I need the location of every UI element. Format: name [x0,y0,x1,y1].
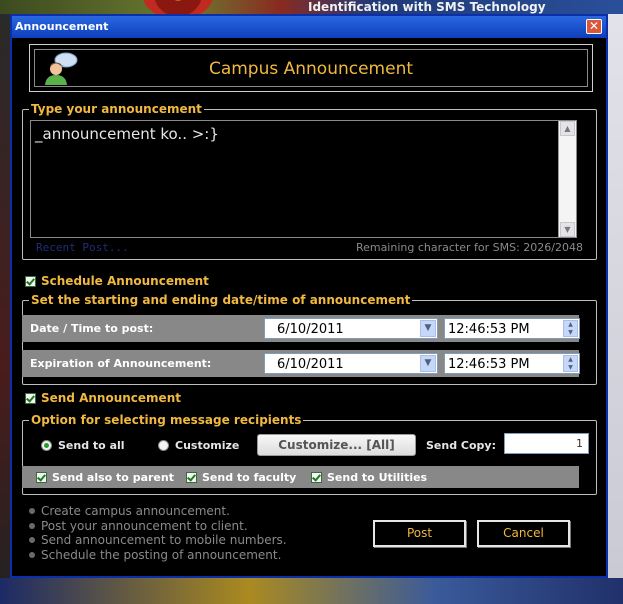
send-to-all-radio-dot[interactable] [41,440,52,451]
scroll-down-arrow-icon[interactable]: ▼ [560,222,575,237]
post-datetime-label: Date / Time to post: [30,322,154,335]
send-to-utilities-checkbox[interactable]: Send to Utilities [311,471,427,484]
send-checkbox-label: Send Announcement [41,391,181,405]
parent-checkbox-box[interactable] [36,472,47,483]
send-checkbox-box[interactable] [25,392,36,404]
post-date-picker[interactable]: 6/10/2011 ▼ [264,318,438,339]
schedule-checkbox-label: Schedule Announcement [41,274,209,288]
customize-label: Customize [175,439,240,452]
send-copy-label: Send Copy: [426,439,496,452]
recent-post-link[interactable]: Recent Post... [36,241,129,254]
schedule-checkbox-box[interactable] [25,275,36,287]
post-time-value: 12:46:53 PM [448,322,530,337]
header-title: Campus Announcement [208,59,414,79]
schedule-legend: Set the starting and ending date/time of… [31,293,411,307]
also-send-row: Send also to parent Send to faculty Send… [22,466,579,488]
announcement-text: _announcement ko.. >:} [35,125,219,143]
bullet-icon [29,522,35,529]
send-to-parent-checkbox[interactable]: Send also to parent [36,471,174,484]
bullet-icon [29,551,35,558]
expiration-label: Expiration of Announcement: [30,357,212,370]
scroll-up-arrow-icon[interactable]: ▲ [560,121,575,136]
customize-radio[interactable]: Customize [158,439,239,452]
send-to-utilities-label: Send to Utilities [327,471,428,484]
send-to-faculty-checkbox[interactable]: Send to faculty [186,471,296,484]
bullet-icon [29,537,35,544]
announcement-dialog: Announcement ✕ Campus Announcement Type … [10,14,608,578]
cancel-button[interactable]: Cancel [477,520,570,547]
post-date-value: 6/10/2011 [277,322,344,337]
recipients-legend: Option for selecting message recipients [31,413,302,427]
textarea-scrollbar[interactable]: ▲ ▼ [558,121,576,237]
expiration-datetime-row: Expiration of Announcement: 6/10/2011 ▼ … [22,350,580,377]
background-banner-text: Identification with SMS Technology [308,0,546,14]
expiration-date-value: 6/10/2011 [277,357,344,372]
customize-recipients-button[interactable]: Customize... [All] [257,434,416,456]
window-title: Announcement [15,20,109,33]
title-bar: Announcement ✕ [12,16,606,38]
info-item: Send announcement to mobile numbers. [29,533,287,548]
close-icon: ✕ [588,19,600,33]
schedule-announcement-checkbox[interactable]: Schedule Announcement [25,274,209,288]
send-copy-input[interactable]: 1 [504,433,589,454]
info-item: Schedule the posting of announcement. [29,548,287,563]
header-inner: Campus Announcement [34,49,588,87]
post-datetime-row: Date / Time to post: 6/10/2011 ▼ 12:46:5… [22,315,580,342]
send-to-parent-label: Send also to parent [52,471,174,484]
announcement-area-wrapper: _announcement ko.. >:} ▲ ▼ Recent Post..… [22,110,597,260]
background-right-edge [608,14,623,604]
info-list: Create campus announcement. Post your an… [29,504,287,562]
faculty-checkbox-box[interactable] [186,472,197,483]
utilities-checkbox-box[interactable] [311,472,322,483]
announcement-textarea[interactable]: _announcement ko.. >:} ▲ ▼ [30,120,577,238]
spinner-arrows-icon[interactable]: ▲ ▼ [563,355,578,372]
header-panel: Campus Announcement [29,44,593,92]
post-time-spinner[interactable]: 12:46:53 PM ▲ ▼ [444,318,580,339]
post-button[interactable]: Post [373,520,466,547]
expiration-time-spinner[interactable]: 12:46:53 PM ▲ ▼ [444,353,580,374]
expiration-date-picker[interactable]: 6/10/2011 ▼ [264,353,438,374]
expiration-time-value: 12:46:53 PM [448,357,530,372]
send-to-faculty-label: Send to faculty [202,471,297,484]
info-item: Post your announcement to client. [29,519,287,534]
bullet-icon [29,508,35,515]
chevron-down-icon[interactable]: ▼ [420,355,436,372]
customize-radio-dot[interactable] [158,440,169,451]
background-bottom [0,578,623,604]
remaining-characters: Remaining character for SMS: 2026/2048 [355,241,583,254]
send-announcement-checkbox[interactable]: Send Announcement [25,391,181,405]
chevron-down-icon[interactable]: ▼ [420,320,436,337]
info-item: Create campus announcement. [29,504,287,519]
send-to-all-radio[interactable]: Send to all [41,439,125,452]
send-to-all-label: Send to all [58,439,125,452]
close-button[interactable]: ✕ [586,19,602,34]
spinner-arrows-icon[interactable]: ▲ ▼ [563,320,578,337]
